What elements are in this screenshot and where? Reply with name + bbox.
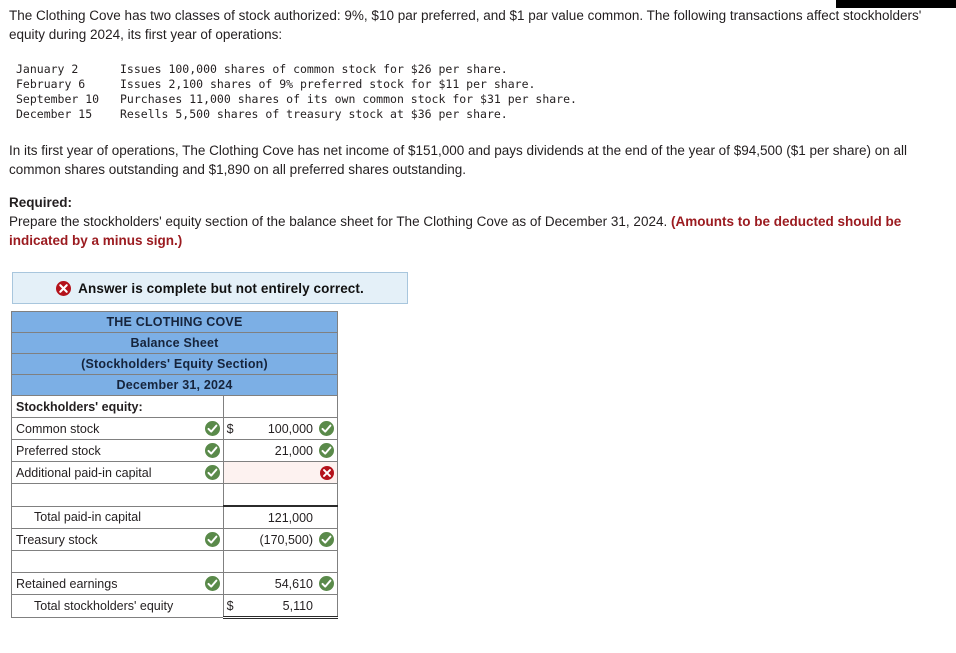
row-label-text: Retained earnings [16,576,118,591]
row-value-text: 100,000 [267,421,313,436]
table-header-1: THE CLOTHING COVE [11,311,338,333]
row-value-text: 21,000 [274,443,313,458]
table-header-4: December 31, 2024 [11,374,338,396]
balance-sheet-body: THE CLOTHING COVE Balance Sheet (Stockhold… [11,311,339,619]
row-value-text: 5,110 [282,598,313,613]
row-label-cell[interactable]: Common stock [11,417,224,440]
problem-intro: The Clothing Cove has two classes of sto… [9,8,922,42]
check-icon [204,532,220,548]
row-value-cell[interactable] [222,550,339,573]
row-label-cell[interactable]: Treasury stock [11,528,224,551]
table-header-row: THE CLOTHING COVE [11,311,338,333]
table-row: Stockholders' equity: [11,395,339,418]
row-value-text: (170,500) [259,532,313,547]
required-text: Prepare the stockholders' equity section… [9,214,671,229]
row-label-grade-slot [203,576,220,592]
table-row [11,550,339,573]
row-label-cell[interactable] [11,550,224,573]
table-header-3: (Stockholders' Equity Section) [11,353,338,375]
row-value-cell[interactable] [222,461,339,484]
transaction-row: December 15 Resells 5,500 shares of treas… [16,107,577,122]
check-icon [204,443,220,459]
row-label-grade-slot [203,421,220,437]
stockholders-equity-table: THE CLOTHING COVE Balance Sheet (Stockhold… [11,311,339,619]
transactions-list: January 2 Issues 100,000 shares of common… [16,62,577,122]
table-row: Common stock $100,000 [11,417,339,440]
row-label-grade-slot [203,443,220,459]
required-label: Required: [9,195,73,210]
row-label-cell[interactable]: Total paid-in capital [11,505,224,529]
check-icon [204,576,220,592]
row-label-text: Treasury stock [16,532,98,547]
row-value-grade-slot [317,576,334,592]
table-header-2: Balance Sheet [11,332,338,354]
row-value-cell[interactable]: 121,000 [222,505,339,529]
row-label-text: Stockholders' equity: [16,399,143,414]
row-value-cell[interactable] [222,483,339,507]
row-label-text: Common stock [16,421,100,436]
row-label-grade-slot [203,532,220,548]
check-icon [319,443,334,459]
row-value-grade-slot [317,421,334,437]
row-label-text: Preferred stock [16,443,101,458]
table-header-row: December 31, 2024 [11,374,338,396]
table-row [11,483,339,507]
row-value-cell[interactable]: $5,110 [222,594,339,619]
row-label-cell[interactable]: Total stockholders' equity [11,594,224,618]
problem-paragraph-2: In its first year of operations, The Clo… [9,143,908,177]
table-row: Additional paid-in capital [11,461,339,484]
required-section: Required: Prepare the stockholders' equi… [9,193,953,250]
check-icon [319,576,334,592]
transaction-description: Issues 2,100 shares of 9% preferred stoc… [120,77,536,91]
row-value-cell[interactable]: 54,610 [222,572,339,595]
table-row: Total paid-in capital 121,000 [11,505,339,529]
x-circle-icon [56,280,72,296]
check-icon [204,465,220,481]
check-icon [204,421,220,437]
table-row: Preferred stock 21,000 [11,439,339,462]
transaction-row: February 6 Issues 2,100 shares of 9% pref… [16,77,577,92]
check-icon [319,421,334,437]
row-label-grade-slot [203,465,220,481]
row-value-text: 54,610 [274,576,313,591]
table-row: Treasury stock (170,500) [11,528,339,551]
row-value-cell[interactable]: (170,500) [222,528,339,551]
table-header-row: (Stockholders' Equity Section) [11,353,338,375]
row-value-text: 121,000 [267,510,313,525]
transaction-date: December 15 [16,107,93,121]
row-value-cell[interactable]: $100,000 [222,417,339,440]
transaction-description: Issues 100,000 shares of common stock fo… [120,62,508,76]
row-label-text: Total stockholders' equity [34,599,174,613]
row-label-cell[interactable]: Retained earnings [11,572,224,595]
row-label-cell[interactable]: Additional paid-in capital [11,461,224,484]
currency-symbol: $ [226,598,234,613]
transaction-row: September 10 Purchases 11,000 shares of i… [16,92,577,107]
check-icon [319,532,334,548]
row-label-cell[interactable] [11,483,224,507]
table-row: Total stockholders' equity $5,110 [11,594,339,619]
row-value-cell[interactable]: 21,000 [222,439,339,462]
row-label-cell[interactable]: Preferred stock [11,439,224,462]
transaction-row: January 2 Issues 100,000 shares of common… [16,62,577,77]
row-label-cell[interactable]: Stockholders' equity: [11,395,224,418]
row-value-grade-slot [317,532,334,548]
transaction-date: January 2 [16,62,79,76]
table-header-row: Balance Sheet [11,332,338,354]
currency-symbol: $ [226,421,234,436]
transaction-date: February 6 [16,77,86,91]
answer-status-banner: Answer is complete but not entirely corr… [12,272,408,304]
row-label-text: Additional paid-in capital [16,465,152,480]
transaction-description: Purchases 11,000 shares of its own commo… [120,92,577,106]
row-value-grade-slot [317,465,334,480]
x-icon [320,465,334,480]
row-value-cell[interactable] [222,395,339,418]
table-row: Retained earnings 54,610 [11,572,339,595]
transaction-date: September 10 [16,92,100,106]
answer-status-text: Answer is complete but not entirely corr… [78,280,364,296]
row-value-grade-slot [317,443,334,459]
row-label-text: Total paid-in capital [34,510,142,525]
transaction-description: Resells 5,500 shares of treasury stock a… [120,107,508,121]
